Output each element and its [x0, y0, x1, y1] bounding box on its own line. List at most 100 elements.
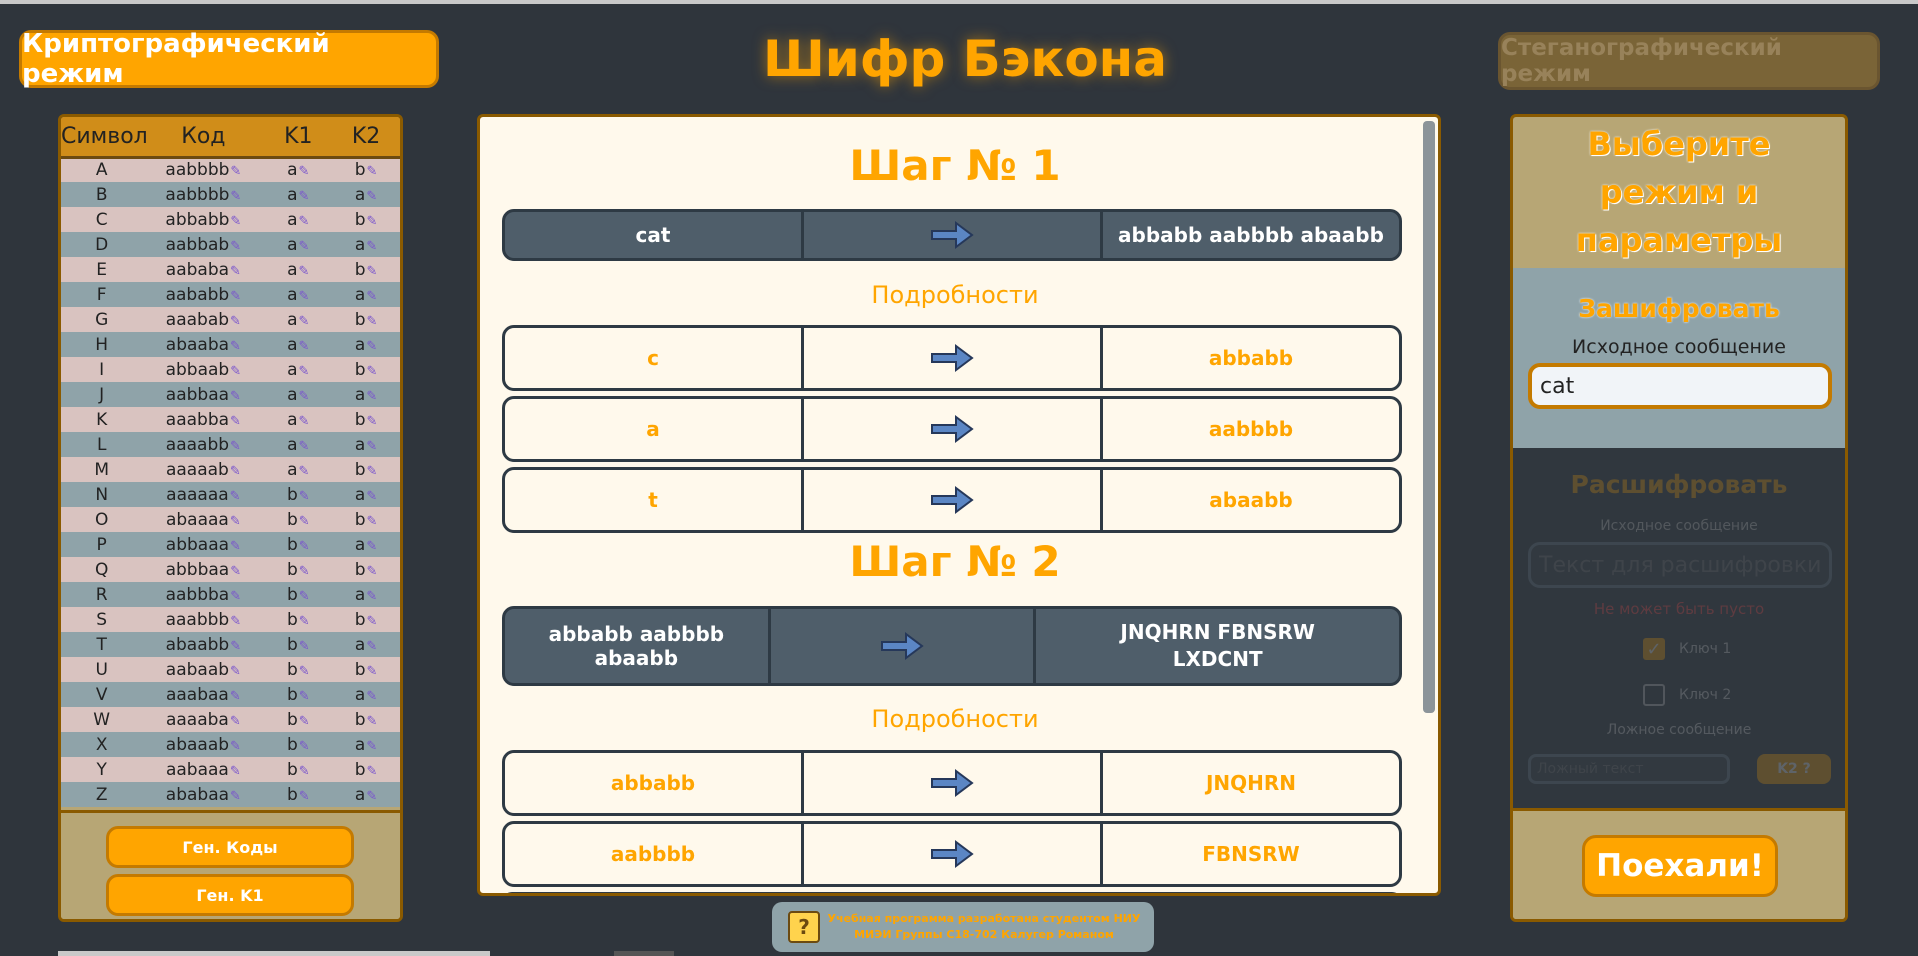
code-cell[interactable]: aabaab✎: [142, 657, 265, 682]
code-cell[interactable]: abbabb✎: [142, 207, 265, 232]
k2-cell[interactable]: a✎: [332, 732, 400, 757]
k2-cell[interactable]: b✎: [332, 557, 400, 582]
k2-cell[interactable]: a✎: [332, 282, 400, 307]
pencil-icon[interactable]: ✎: [299, 214, 310, 229]
code-cell[interactable]: abaaba✎: [142, 332, 265, 357]
checkmark-icon[interactable]: ✓: [1643, 638, 1665, 660]
generate-k1-button[interactable]: Ген. K1: [106, 874, 354, 916]
k2-cell[interactable]: b✎: [332, 207, 400, 232]
k2-cell[interactable]: b✎: [332, 607, 400, 632]
code-cell[interactable]: aaaabb✎: [142, 432, 265, 457]
pencil-icon[interactable]: ✎: [230, 439, 241, 454]
steps-scrollbar[interactable]: [1423, 121, 1435, 713]
pencil-icon[interactable]: ✎: [230, 714, 241, 729]
pencil-icon[interactable]: ✎: [299, 389, 310, 404]
k1-cell[interactable]: a✎: [264, 157, 333, 182]
key2-checkbox[interactable]: [1643, 684, 1665, 706]
k1-cell[interactable]: a✎: [264, 282, 333, 307]
pencil-icon[interactable]: ✎: [230, 739, 241, 754]
pencil-icon[interactable]: ✎: [299, 364, 310, 379]
pencil-icon[interactable]: ✎: [299, 439, 310, 454]
code-cell[interactable]: abaaaa✎: [142, 507, 265, 532]
pencil-icon[interactable]: ✎: [299, 489, 310, 504]
code-cell[interactable]: abaaab✎: [142, 732, 265, 757]
pencil-icon[interactable]: ✎: [366, 689, 377, 704]
k2-cell[interactable]: a✎: [332, 482, 400, 507]
pencil-icon[interactable]: ✎: [299, 539, 310, 554]
k1-cell[interactable]: b✎: [264, 532, 333, 557]
pencil-icon[interactable]: ✎: [367, 764, 378, 779]
pencil-icon[interactable]: ✎: [299, 464, 310, 479]
pencil-icon[interactable]: ✎: [299, 164, 310, 179]
question-icon[interactable]: ?: [788, 911, 820, 943]
pencil-icon[interactable]: ✎: [299, 664, 310, 679]
pencil-icon[interactable]: ✎: [230, 339, 241, 354]
k1-cell[interactable]: b✎: [264, 682, 333, 707]
pencil-icon[interactable]: ✎: [230, 664, 241, 679]
pencil-icon[interactable]: ✎: [366, 539, 377, 554]
code-cell[interactable]: aaaaaa✎: [142, 482, 265, 507]
pencil-icon[interactable]: ✎: [299, 714, 310, 729]
pencil-icon[interactable]: ✎: [230, 589, 241, 604]
generate-codes-button[interactable]: Ген. Коды: [106, 826, 354, 868]
pencil-icon[interactable]: ✎: [367, 364, 378, 379]
pencil-icon[interactable]: ✎: [299, 314, 310, 329]
key2-checkbox-row[interactable]: Ключ 2: [1643, 682, 1803, 708]
code-cell[interactable]: aaabaa✎: [142, 682, 265, 707]
k2-cell[interactable]: a✎: [332, 382, 400, 407]
crypto-mode-button[interactable]: Криптографический режим: [19, 29, 439, 89]
k1-cell[interactable]: a✎: [264, 332, 333, 357]
k1-cell[interactable]: b✎: [264, 557, 333, 582]
code-cell[interactable]: aaabbb✎: [142, 607, 265, 632]
k1-cell[interactable]: a✎: [264, 307, 333, 332]
pencil-icon[interactable]: ✎: [366, 739, 377, 754]
pencil-icon[interactable]: ✎: [299, 689, 310, 704]
k1-cell[interactable]: a✎: [264, 382, 333, 407]
pencil-icon[interactable]: ✎: [299, 339, 310, 354]
pencil-icon[interactable]: ✎: [230, 564, 241, 579]
pencil-icon[interactable]: ✎: [230, 789, 241, 804]
k1-cell[interactable]: a✎: [264, 207, 333, 232]
code-cell[interactable]: aabaaa✎: [142, 757, 265, 782]
k2-cell[interactable]: b✎: [332, 707, 400, 732]
code-cell[interactable]: abbbaa✎: [142, 557, 265, 582]
pencil-icon[interactable]: ✎: [299, 289, 310, 304]
pencil-icon[interactable]: ✎: [299, 739, 310, 754]
pencil-icon[interactable]: ✎: [299, 264, 310, 279]
code-cell[interactable]: aaabab✎: [142, 307, 265, 332]
k1-cell[interactable]: b✎: [264, 657, 333, 682]
pencil-icon[interactable]: ✎: [366, 589, 377, 604]
false-message-input[interactable]: [1528, 754, 1730, 784]
pencil-icon[interactable]: ✎: [299, 189, 310, 204]
pencil-icon[interactable]: ✎: [230, 314, 241, 329]
pencil-icon[interactable]: ✎: [230, 414, 241, 429]
k2-cell[interactable]: a✎: [332, 532, 400, 557]
pencil-icon[interactable]: ✎: [367, 614, 378, 629]
pencil-icon[interactable]: ✎: [367, 314, 378, 329]
pencil-icon[interactable]: ✎: [230, 214, 241, 229]
pencil-icon[interactable]: ✎: [367, 264, 378, 279]
code-cell[interactable]: aababb✎: [142, 282, 265, 307]
pencil-icon[interactable]: ✎: [299, 414, 310, 429]
k2-cell[interactable]: a✎: [332, 182, 400, 207]
k1-cell[interactable]: a✎: [264, 457, 333, 482]
k1-cell[interactable]: b✎: [264, 482, 333, 507]
pencil-icon[interactable]: ✎: [366, 289, 377, 304]
k1-cell[interactable]: b✎: [264, 507, 333, 532]
k2-cell[interactable]: a✎: [332, 332, 400, 357]
pencil-icon[interactable]: ✎: [366, 389, 377, 404]
k1-cell[interactable]: a✎: [264, 257, 333, 282]
pencil-icon[interactable]: ✎: [366, 239, 377, 254]
pencil-icon[interactable]: ✎: [230, 164, 241, 179]
decrypt-title[interactable]: Расшифровать: [1513, 470, 1845, 499]
k2-cell[interactable]: b✎: [332, 757, 400, 782]
k1-cell[interactable]: a✎: [264, 407, 333, 432]
pencil-icon[interactable]: ✎: [230, 489, 241, 504]
pencil-icon[interactable]: ✎: [230, 239, 241, 254]
pencil-icon[interactable]: ✎: [299, 764, 310, 779]
k1-cell[interactable]: b✎: [264, 732, 333, 757]
k1-cell[interactable]: a✎: [264, 232, 333, 257]
k1-cell[interactable]: b✎: [264, 632, 333, 657]
pencil-icon[interactable]: ✎: [366, 189, 377, 204]
code-cell[interactable]: aabbbb✎: [142, 157, 265, 182]
